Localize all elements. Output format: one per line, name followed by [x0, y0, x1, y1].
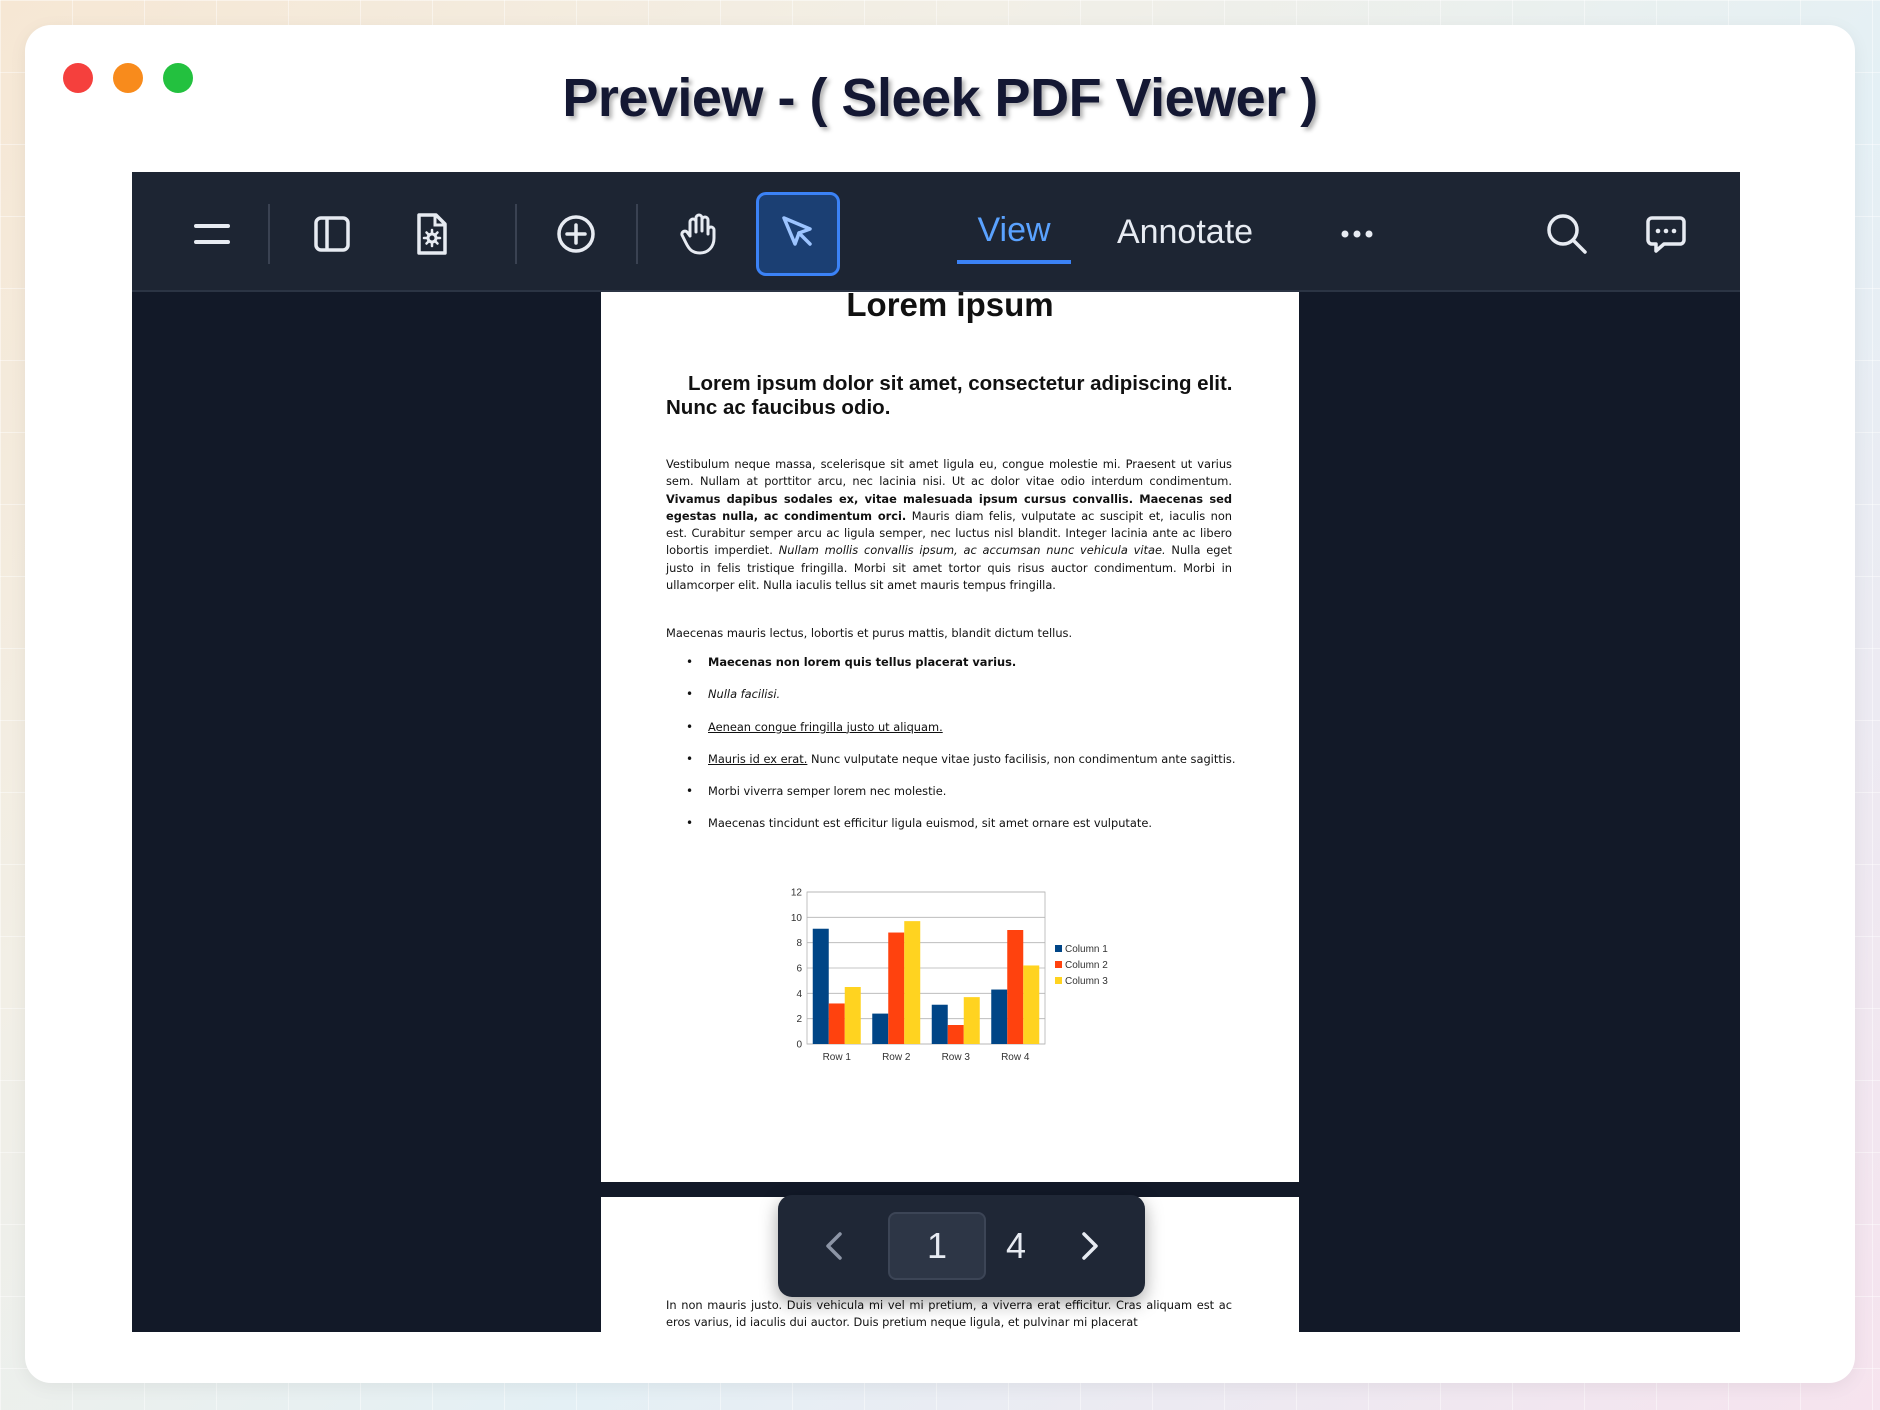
y-tick-label: 12 — [791, 888, 803, 899]
toolbar-divider — [515, 204, 517, 264]
sidebar-icon — [314, 216, 350, 252]
file-settings-icon — [417, 213, 447, 255]
page-total: 4 — [1006, 1225, 1027, 1266]
paragraph-italic-text: Nullam mollis convallis ipsum, ac accums… — [778, 543, 1166, 558]
x-tick-label: Row 1 — [823, 1052, 852, 1063]
list-item-text: Nunc vulputate neque vitae justo facilis… — [807, 751, 1236, 766]
legend-swatch — [1055, 945, 1062, 952]
chart-bar — [931, 1004, 948, 1044]
chart-bar — [991, 989, 1008, 1044]
y-tick-label: 10 — [791, 913, 803, 924]
previous-page-button[interactable] — [810, 1221, 860, 1271]
pdf-viewer: View Annotate Lorem ipsum Lorem ipsum do… — [132, 172, 1740, 1332]
list-item: Morbi viverra semper lorem nec molestie. — [686, 783, 1236, 801]
document-subtitle: Lorem ipsum dolor sit amet, consectetur … — [666, 372, 1233, 419]
page-number-input[interactable]: 1 — [888, 1212, 986, 1280]
pdf-page: Lorem ipsum Lorem ipsum dolor sit amet, … — [601, 292, 1299, 1182]
list-item: Maecenas tincidunt est efficitur ligula … — [686, 815, 1236, 833]
toolbar-divider — [268, 204, 270, 264]
paragraph: Maecenas mauris lectus, lobortis et puru… — [666, 626, 1073, 640]
chart-bar — [872, 1013, 889, 1044]
select-tool-button[interactable] — [756, 192, 840, 276]
list-item: Nulla facilisi. — [686, 686, 1236, 704]
more-icon — [1341, 230, 1373, 238]
menu-button[interactable] — [170, 192, 254, 276]
pan-tool-button[interactable] — [656, 192, 740, 276]
tab-annotate[interactable]: Annotate — [1092, 200, 1278, 264]
y-tick-label: 6 — [796, 964, 802, 975]
chart-bar — [812, 928, 829, 1044]
y-tick-label: 4 — [796, 989, 802, 1000]
page-navigator: 1 4 — [778, 1195, 1145, 1297]
document-settings-button[interactable] — [389, 192, 473, 276]
list-item: Aenean congue fringilla justo ut aliquam… — [686, 719, 1236, 737]
comment-icon — [1646, 216, 1686, 253]
legend-label: Column 1 — [1065, 944, 1108, 955]
document-title: Lorem ipsum — [846, 292, 1054, 323]
list-item-link[interactable]: Mauris id ex erat. — [708, 752, 807, 766]
list-item: Maecenas non lorem quis tellus placerat … — [686, 654, 1236, 672]
paragraph: Vestibulum neque massa, scelerisque sit … — [666, 456, 1232, 594]
search-button[interactable] — [1525, 192, 1609, 276]
zoom-in-button[interactable] — [534, 192, 618, 276]
list-item-text: Maecenas tincidunt est efficitur ligula … — [708, 816, 1152, 831]
chart-bar — [947, 1025, 964, 1044]
list-item: Mauris id ex erat. Nunc vulputate neque … — [686, 751, 1236, 769]
x-tick-label: Row 4 — [1001, 1052, 1030, 1063]
y-tick-label: 8 — [796, 938, 802, 949]
chart-bar — [888, 932, 905, 1044]
legend-label: Column 3 — [1065, 976, 1108, 987]
chart-bar — [844, 987, 861, 1044]
y-tick-label: 0 — [796, 1040, 802, 1051]
legend-label: Column 2 — [1065, 960, 1108, 971]
paragraph-text: Vestibulum neque massa, scelerisque sit … — [666, 457, 1232, 489]
app-window: Preview - ( Sleek PDF Viewer ) View Anno… — [25, 25, 1855, 1383]
hand-icon — [680, 213, 716, 255]
paragraph: In non mauris justo. Duis vehicula mi ve… — [666, 1298, 1232, 1330]
list-item-text: Nulla facilisi. — [708, 687, 781, 702]
search-icon — [1547, 214, 1587, 254]
toolbar: View Annotate — [132, 172, 1740, 292]
chart-bar — [828, 1003, 845, 1044]
legend-swatch — [1055, 961, 1062, 968]
menu-icon — [194, 224, 230, 244]
chart-bar — [904, 921, 921, 1044]
comments-button[interactable] — [1624, 192, 1708, 276]
list-item-text: Maecenas non lorem quis tellus placerat … — [708, 655, 1017, 669]
toolbar-divider — [636, 204, 638, 264]
x-tick-label: Row 3 — [942, 1052, 971, 1063]
chevron-left-icon — [826, 1232, 842, 1260]
y-tick-label: 2 — [796, 1014, 802, 1025]
window-title: Preview - ( Sleek PDF Viewer ) — [562, 68, 1318, 128]
chart-bar — [1023, 965, 1040, 1044]
next-page-button[interactable] — [1064, 1221, 1114, 1271]
sidebar-toggle-button[interactable] — [290, 192, 374, 276]
chart-bar — [1007, 930, 1024, 1044]
bullet-list: Maecenas non lorem quis tellus placerat … — [686, 654, 1236, 848]
list-item-text: Morbi viverra semper lorem nec molestie. — [708, 784, 947, 799]
pointer-icon — [782, 216, 812, 246]
tab-view[interactable]: View — [957, 200, 1071, 264]
legend-swatch — [1055, 977, 1062, 984]
list-item-link[interactable]: Aenean congue fringilla justo ut aliquam… — [708, 720, 943, 734]
more-options-button[interactable] — [1315, 192, 1399, 276]
bar-chart: 0 2 4 6 8 10 12 Row 1 Row 2 Row 3 Row 4 Column 1 Col… — [791, 888, 1108, 1064]
x-tick-label: Row 2 — [882, 1052, 911, 1063]
chevron-right-icon — [1082, 1232, 1098, 1260]
chart-bar — [963, 997, 980, 1044]
zoom-in-icon — [557, 215, 595, 253]
